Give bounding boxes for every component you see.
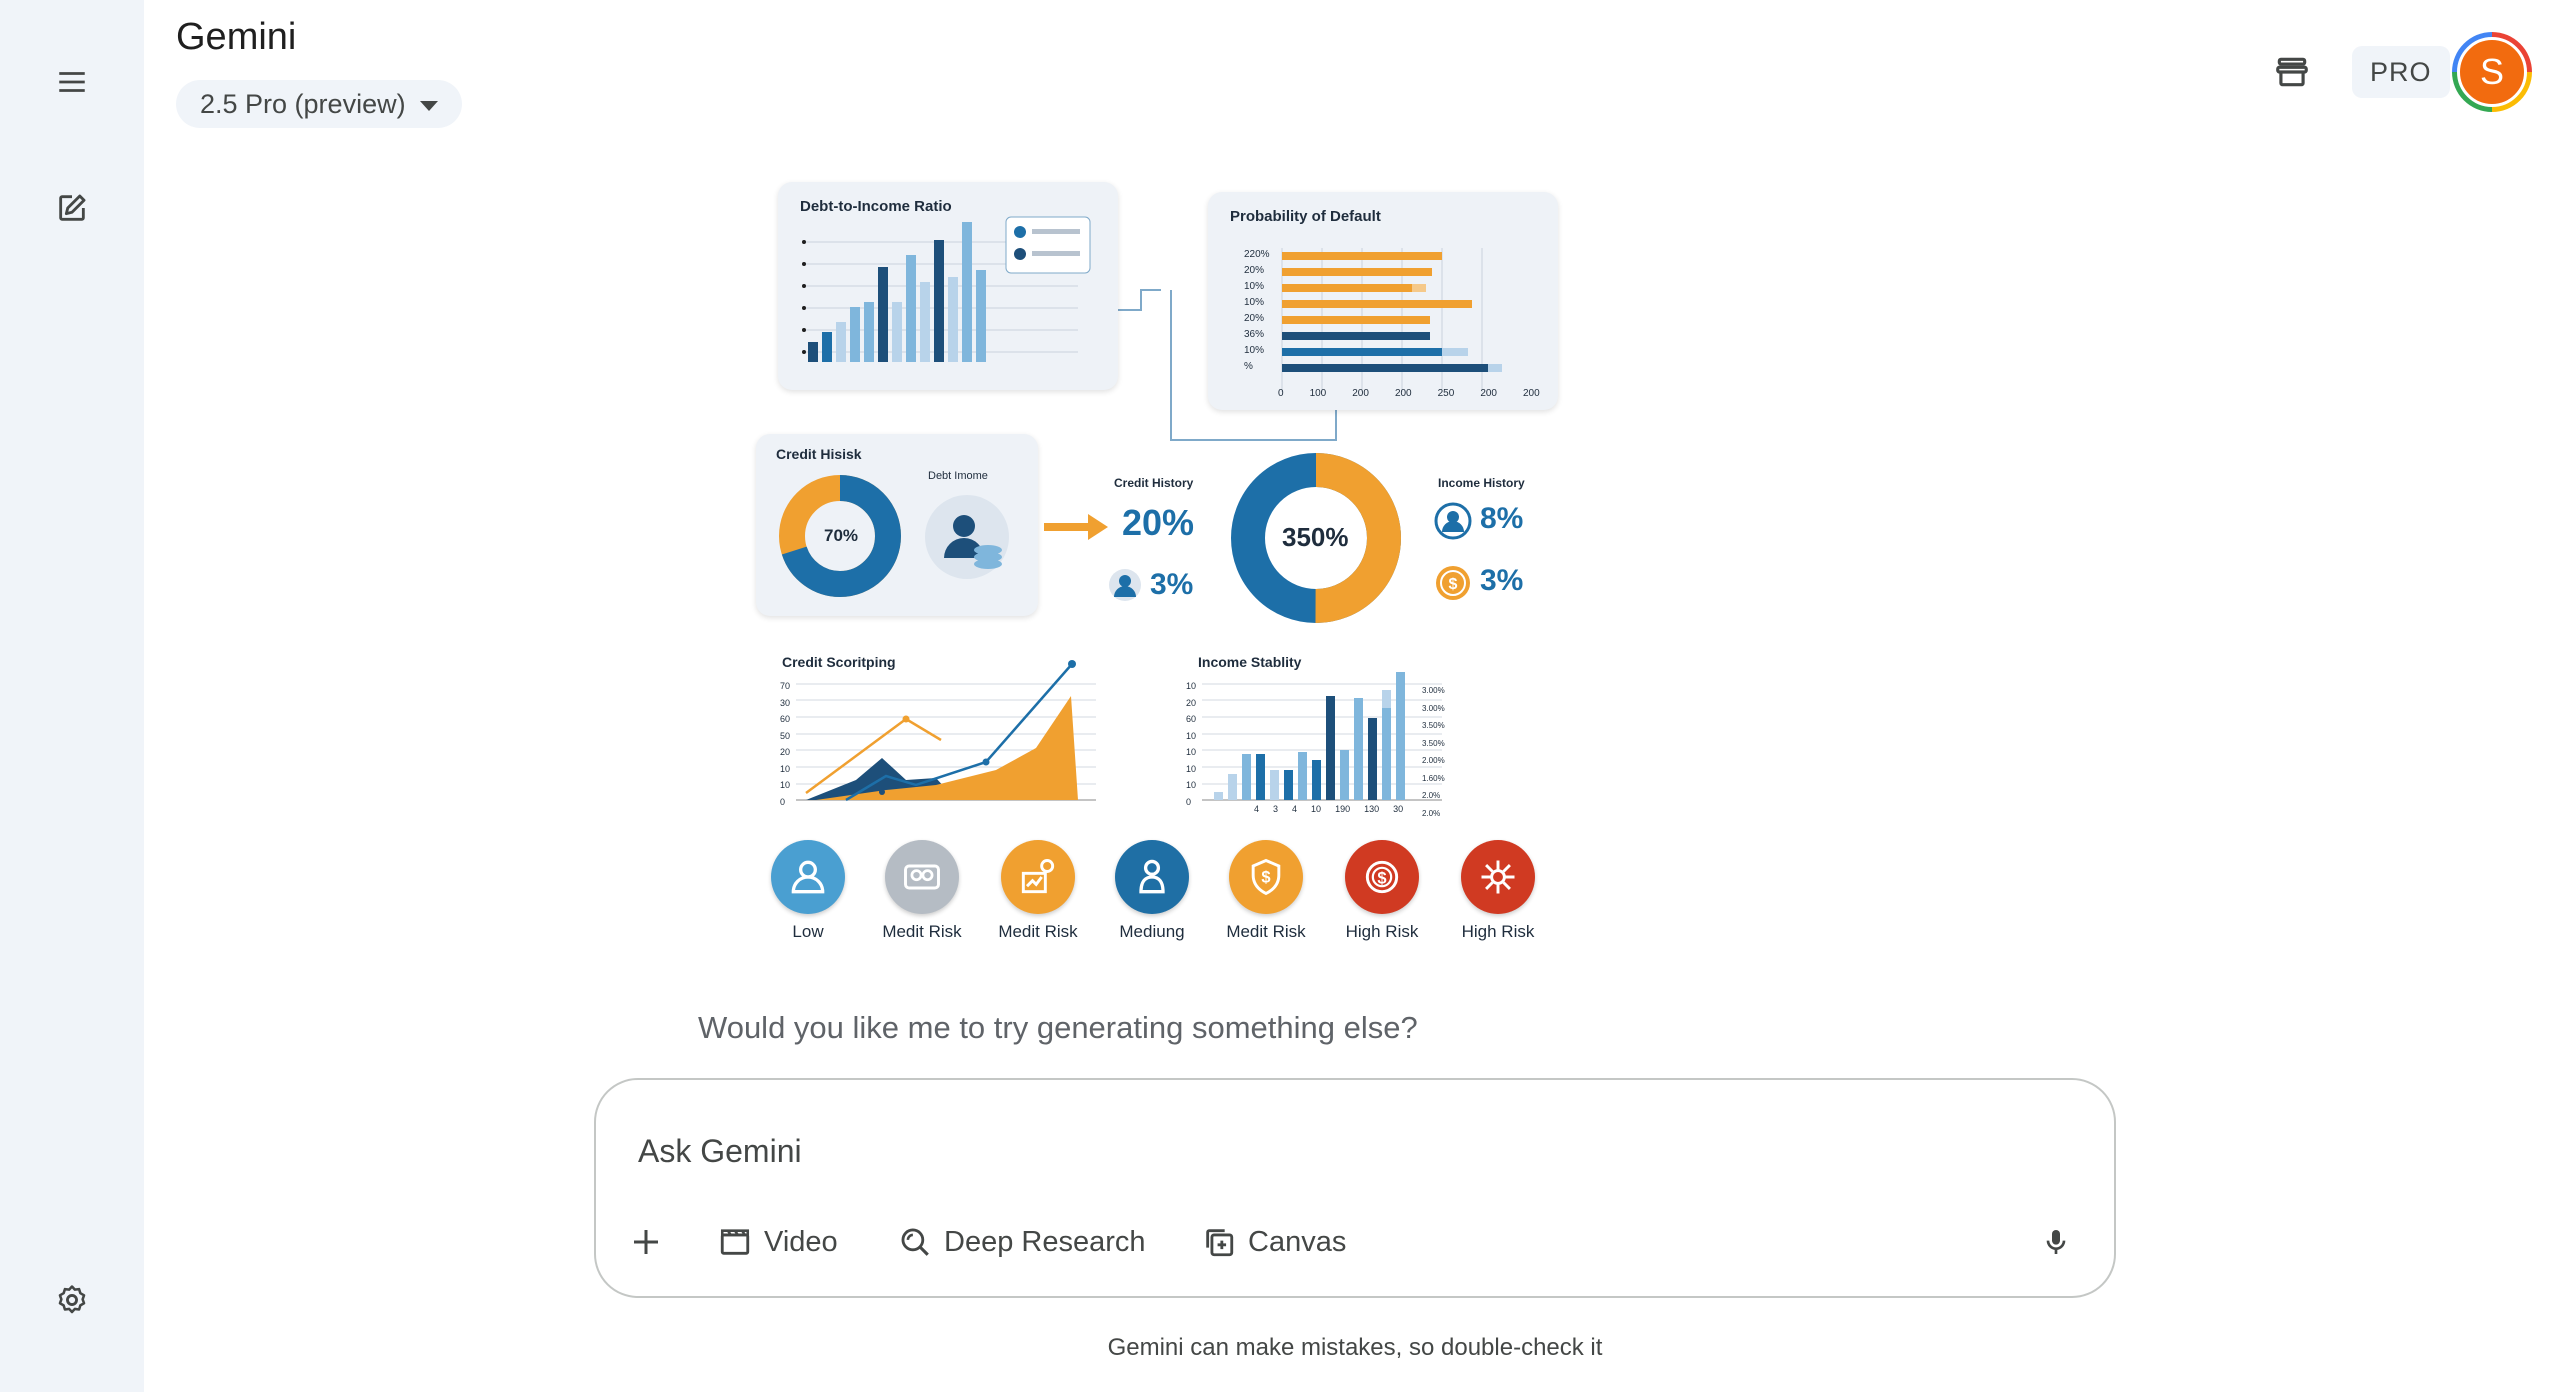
new-chat-button[interactable] [42,178,102,238]
risk-label: High Risk [1461,922,1535,941]
deep-research-icon [901,1228,929,1256]
network-icon [1461,840,1535,914]
chevron-down-icon [419,100,438,111]
risk-label: Medit Risk [998,922,1078,941]
prompt-composer: Video Deep Research Canvas [594,1078,2116,1298]
add-attachment-button[interactable] [618,1214,674,1270]
credit-scoring-y-labels: 70 30 60 50 20 10 10 0 [780,681,791,807]
person-badge-icon [1434,502,1472,540]
archive-icon [2276,57,2308,87]
settings-button[interactable] [42,1270,102,1330]
income-history-label: Income History [1438,476,1525,490]
microphone-icon [2046,1230,2066,1254]
debt-bar-chart [802,216,1091,362]
archive-button[interactable] [2264,44,2320,100]
credit-history-secondary: 3% [1150,568,1194,601]
gear-icon [58,1285,86,1314]
svg-text:$: $ [1449,576,1458,593]
pro-badge: PRO [2352,46,2450,98]
person-coins-icon [925,495,1009,579]
income-stability-y-labels: 10 20 60 10 10 10 10 0 [1186,681,1197,807]
disclaimer-text: Gemini can make mistakes, so double-chec… [1107,1334,1603,1361]
canvas-tool-label: Canvas [1248,1225,1347,1258]
app-title: Gemini [176,16,297,58]
risk-level-medit-2: Medit Risk [988,840,1088,942]
risk-label: Low [792,922,824,941]
main-menu-button[interactable] [42,52,102,112]
risk-level-medit-3: $ Medit Risk [1216,840,1316,942]
svg-text:$: $ [1261,869,1270,887]
hamburger-menu-icon [59,72,85,92]
avatar: S [2457,37,2527,107]
risk-level-mediung: Mediung [1102,840,1202,942]
person-icon [771,840,845,914]
credit-risk-title: Credit Hisisk [776,446,862,462]
risk-level-medit-1: Medit Risk [872,840,972,942]
income-stability-right-labels: 3.00% 3.00% 3.50% 3.50% 2.00% 1.60% 2.0% 2.0… [1422,686,1445,818]
risk-level-low: Low [758,840,858,942]
chart-person-icon [1001,840,1075,914]
model-selector-label: 2.5 Pro (preview) [200,88,406,119]
clapperboard-icon [720,1229,750,1255]
risk-label: Mediung [1119,922,1185,941]
debt-to-income-panel: Debt-to-Income Ratio [778,182,1118,390]
svg-text:$: $ [1377,869,1386,887]
pod-x-labels: 0 100 200 200 250 200 200 [1278,388,1540,399]
plus-icon [634,1230,658,1254]
debt-income-sublabel: Debt Imome [928,470,988,482]
credit-risk-donut-value: 70% [824,526,859,545]
risk-label: Medit Risk [1226,922,1306,941]
center-donut-value: 350% [1282,522,1349,552]
figure-icon [1115,840,1189,914]
credit-scoring-chart [796,660,1096,802]
credit-history-value: 20% [1122,502,1195,543]
dollar-coin-icon: $ [1436,566,1470,600]
account-avatar-button[interactable]: S [2452,32,2532,112]
probability-of-default-panel: Probability of Default 220% 20% 10% 10% 20… [1208,192,1558,410]
pod-y-labels: 220% 20% 10% 10% 20% 36% 10%% [1244,249,1270,372]
people-icon [885,840,959,914]
microphone-button[interactable] [2028,1214,2084,1270]
arrow-right-icon [1044,514,1108,540]
dollar-globe-icon: $ [1345,840,1419,914]
credit-risk-panel: Credit Hisisk 70% Debt Imome [756,434,1038,616]
income-history-value: 8% [1480,502,1524,535]
canvas-tool-button[interactable]: Canvas [1190,1214,1358,1270]
canvas-icon [1206,1229,1234,1257]
generated-infographic[interactable]: Debt-to-Income Ratio Probability of Defa… [696,160,1624,960]
video-tool-button[interactable]: Video [706,1214,850,1270]
model-selector[interactable]: 2.5 Pro (preview) [176,80,462,128]
prompt-input[interactable] [636,1120,2040,1182]
income-history-secondary: 3% [1480,564,1524,597]
risk-level-high-2: High Risk [1448,840,1548,942]
dollar-shield-icon: $ [1229,840,1303,914]
risk-level-high-1: $ High Risk [1332,840,1432,942]
deep-research-tool-label: Deep Research [944,1225,1146,1258]
edit-icon [59,194,86,221]
deep-research-tool-button[interactable]: Deep Research [886,1214,1158,1270]
risk-label: Medit Risk [882,922,962,941]
side-rail [0,0,144,1392]
credit-history-label: Credit History [1114,476,1194,490]
video-tool-label: Video [764,1225,838,1258]
person-icon [1109,569,1141,601]
risk-label: High Risk [1345,922,1419,941]
income-stability-x-labels: 43 4 10 190 130 30 [1254,804,1404,814]
assistant-followup-text: Would you like me to try generating some… [698,1010,1418,1045]
